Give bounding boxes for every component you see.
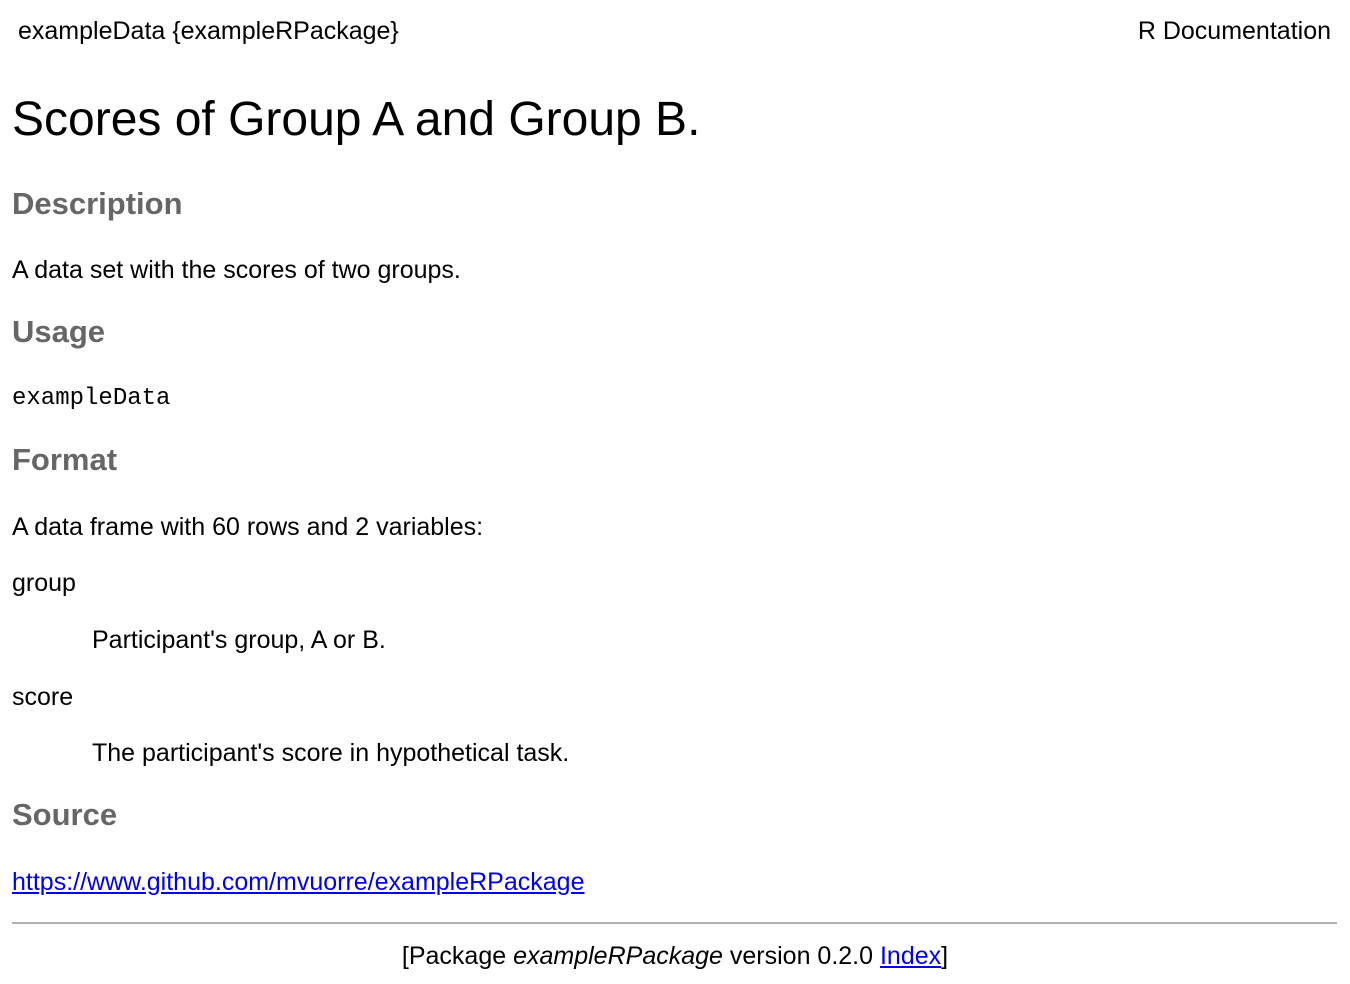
format-definition-score: The participant's score in hypothetical … — [92, 739, 570, 767]
page-title: Scores of Group A and Group B. — [12, 93, 701, 146]
footer: [Package exampleRPackage version 0.2.0 I… — [0, 940, 1350, 972]
description-text: A data set with the scores of two groups… — [12, 256, 461, 284]
source-heading: Source — [12, 797, 118, 832]
index-link[interactable]: Index — [880, 942, 941, 970]
format-term-group: group — [12, 569, 76, 597]
source-paragraph: https://www.github.com/mvuorre/exampleRP… — [12, 867, 584, 897]
topic-label: exampleData {exampleRPackage} — [18, 16, 399, 45]
format-definition-group: Participant's group, A or B. — [92, 626, 386, 654]
footer-divider — [12, 922, 1337, 924]
r-help-page: exampleData {exampleRPackage} R Document… — [0, 0, 1350, 984]
source-link[interactable]: https://www.github.com/mvuorre/exampleRP… — [12, 868, 584, 896]
footer-open: [Package — [401, 942, 514, 970]
doc-label: R Documentation — [1137, 16, 1331, 45]
usage-heading: Usage — [12, 314, 106, 349]
format-term-score: score — [12, 683, 74, 711]
footer-version: version 0.2.0 — [722, 942, 880, 970]
usage-code: exampleData — [12, 385, 171, 412]
format-text: A data frame with 60 rows and 2 variable… — [12, 513, 484, 541]
footer-package-name: exampleRPackage — [513, 942, 723, 970]
format-heading: Format — [12, 442, 118, 477]
footer-close: ] — [941, 942, 949, 970]
page-header: exampleData {exampleRPackage} R Document… — [18, 14, 1331, 48]
description-heading: Description — [12, 186, 183, 221]
